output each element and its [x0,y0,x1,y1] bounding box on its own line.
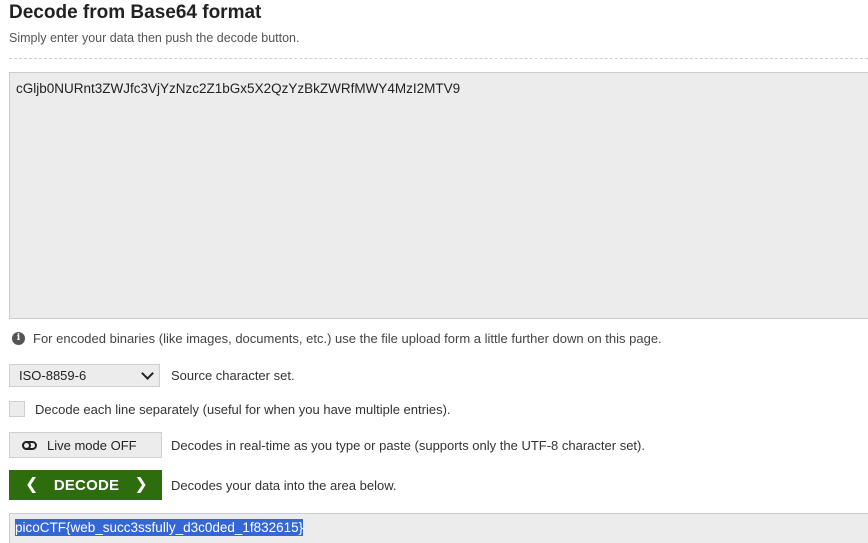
chevron-down-icon [141,366,154,380]
decode-lines-label[interactable]: Decode each line separately (useful for … [35,402,451,417]
page-subtitle: Simply enter your data then push the dec… [9,31,300,45]
charset-row: ISO-8859-6 Source character set. [9,363,295,387]
live-mode-label: Live mode OFF [47,437,137,453]
decode-button[interactable]: ❮ DECODE ❯ [9,470,162,500]
info-note: i For encoded binaries (like images, doc… [12,330,662,346]
info-icon: i [12,331,25,345]
charset-label: Source character set. [171,367,295,383]
decode-row: ❮ DECODE ❯ Decodes your data into the ar… [9,470,396,500]
toggle-off-icon [22,440,37,450]
page-title: Decode from Base64 format [9,2,262,23]
encoded-input-textarea[interactable]: cGljb0NURnt3ZWJfc3VjYzNzc2Z1bGx5X2QzYzBk… [9,72,868,319]
charset-selected-value: ISO-8859-6 [19,367,87,383]
base64-decode-page: Decode from Base64 format Simply enter y… [0,0,868,543]
live-mode-description: Decodes in real-time as you type or past… [171,437,645,453]
chevron-left-icon: ❮ [25,476,39,493]
decode-button-label: DECODE [53,476,120,494]
decode-lines-checkbox[interactable] [9,401,25,417]
live-mode-toggle-button[interactable]: Live mode OFF [9,432,162,458]
decode-description: Decodes your data into the area below. [171,477,397,493]
info-note-text: For encoded binaries (like images, docum… [33,330,662,346]
decoded-output-text: picoCTF{web_succ3ssfully_d3c0ded_1f83261… [15,519,304,536]
decoded-output-textarea[interactable]: picoCTF{web_succ3ssfully_d3c0ded_1f83261… [9,513,868,543]
live-mode-row: Live mode OFF Decodes in real-time as yo… [9,432,645,458]
divider [9,58,868,59]
chevron-right-icon: ❯ [134,476,148,493]
decode-lines-row: Decode each line separately (useful for … [9,399,451,419]
charset-select[interactable]: ISO-8859-6 [9,363,160,387]
